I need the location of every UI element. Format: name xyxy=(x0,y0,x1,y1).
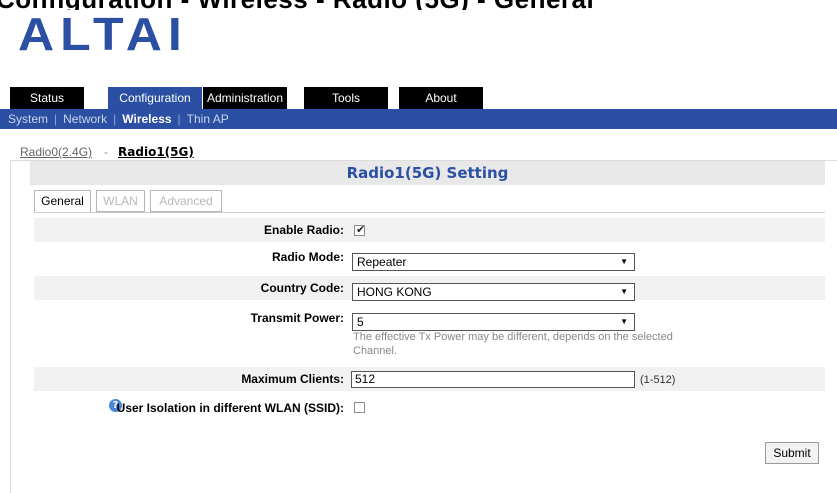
transmit-power-hint: The effective Tx Power may be different,… xyxy=(353,331,673,357)
country-code-label: Country Code: xyxy=(260,281,344,295)
setting-title: Radio1(5G) Setting xyxy=(30,161,825,185)
tab-tools[interactable]: Tools xyxy=(304,87,388,109)
enable-radio-label: Enable Radio: xyxy=(263,223,344,237)
transmit-power-select[interactable]: 5 ▼ xyxy=(352,313,635,331)
radio-selector: Radio0(2.4G) - Radio1(5G) xyxy=(20,145,194,159)
user-isolation-label: User Isolation in different WLAN (SSID): xyxy=(116,401,344,415)
subnav-separator: | xyxy=(113,112,117,126)
chevron-down-icon: ▼ xyxy=(620,287,628,296)
tab-status[interactable]: Status xyxy=(10,87,84,109)
tab-about[interactable]: About xyxy=(399,87,483,109)
tab-configuration[interactable]: Configuration xyxy=(108,87,202,109)
subnav-wireless[interactable]: Wireless xyxy=(122,112,171,126)
max-clients-label: Maximum Clients: xyxy=(241,372,344,386)
tab-wlan[interactable]: WLAN xyxy=(96,190,145,212)
subnav-separator: | xyxy=(177,112,181,126)
submit-button[interactable]: Submit xyxy=(765,442,819,464)
subnav-separator: | xyxy=(54,112,58,126)
tab-general[interactable]: General xyxy=(34,190,91,212)
radio-mode-label: Radio Mode: xyxy=(272,250,344,264)
radio-separator: - xyxy=(104,145,109,159)
subnav-network[interactable]: Network xyxy=(63,112,107,126)
radio-mode-select[interactable]: Repeater ▼ xyxy=(352,253,635,271)
checkmark-icon: ✔ xyxy=(356,224,366,236)
subnav-thin-ap[interactable]: Thin AP xyxy=(187,112,229,126)
chevron-down-icon: ▼ xyxy=(620,257,628,266)
user-isolation-checkbox[interactable] xyxy=(354,402,365,413)
altai-logo: ALTAI xyxy=(18,8,188,60)
transmit-power-label: Transmit Power: xyxy=(250,311,344,325)
left-border xyxy=(10,160,11,493)
chevron-down-icon: ▼ xyxy=(620,317,628,326)
subnav-system[interactable]: System xyxy=(8,112,48,126)
enable-radio-checkbox[interactable]: ✔ xyxy=(354,224,366,236)
tab-administration[interactable]: Administration xyxy=(203,87,287,109)
tab-advanced[interactable]: Advanced xyxy=(150,190,222,212)
radio0-link[interactable]: Radio0(2.4G) xyxy=(20,145,92,159)
subtab-underline xyxy=(34,212,825,213)
country-code-select[interactable]: HONG KONG ▼ xyxy=(352,283,635,301)
row-enable-radio xyxy=(34,218,825,242)
max-clients-range: (1-512) xyxy=(640,374,676,386)
sub-navigation-bar: System | Network | Wireless | Thin AP xyxy=(0,109,837,129)
max-clients-input[interactable]: 512 xyxy=(351,371,635,388)
radio1-link[interactable]: Radio1(5G) xyxy=(118,145,194,159)
